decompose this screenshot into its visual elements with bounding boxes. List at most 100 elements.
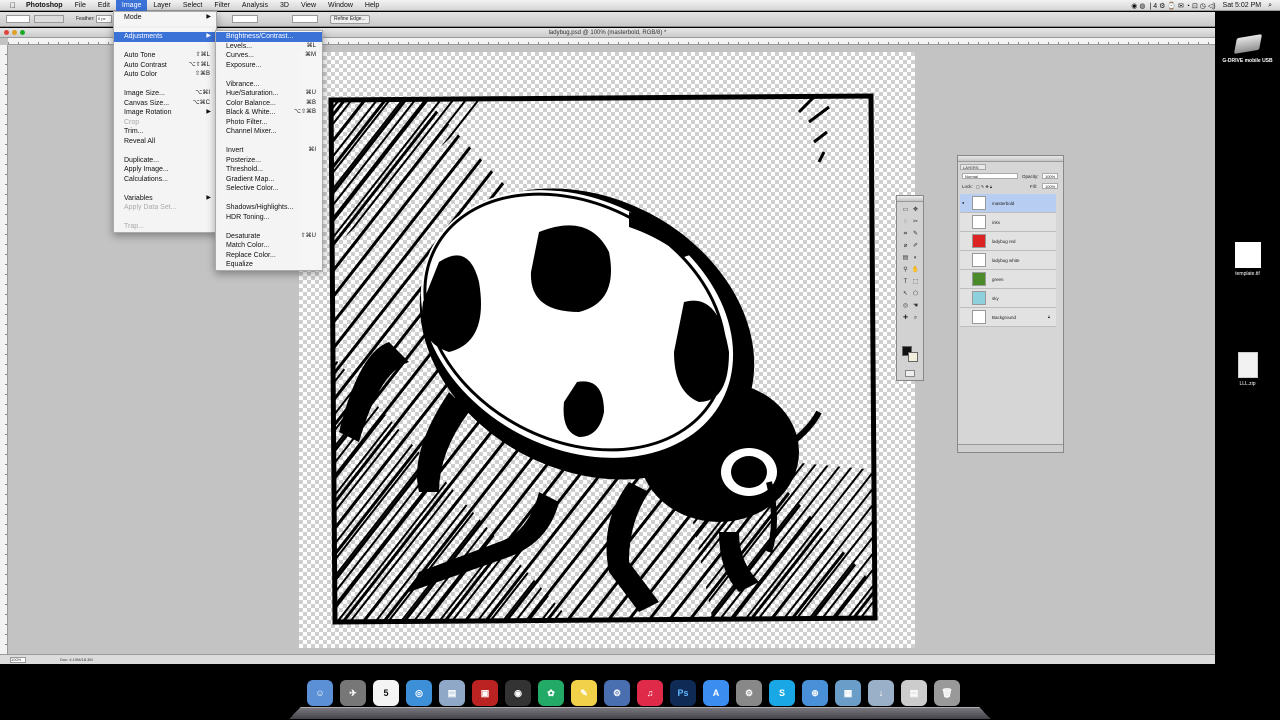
image-menu-item-auto-tone[interactable]: Auto Tone ⇧⌘L xyxy=(114,51,216,61)
adjustments-item-desaturate[interactable]: Desaturate ⇧⌘U xyxy=(216,232,322,242)
dock-calendar-icon[interactable]: 5 xyxy=(373,680,399,706)
eye-icon[interactable] xyxy=(962,257,967,262)
dock-safari-icon[interactable]: ◎ xyxy=(406,680,432,706)
tool-icon[interactable]: ▤ xyxy=(901,254,910,262)
background-color[interactable] xyxy=(908,352,918,362)
adjustments-item-match-color[interactable]: Match Color... xyxy=(216,241,322,251)
layer-row[interactable]: sky xyxy=(960,289,1056,308)
menu-file[interactable]: File xyxy=(69,0,92,11)
tool-icon[interactable]: T xyxy=(901,278,910,286)
tool-icon[interactable]: ⌕ xyxy=(911,314,920,322)
adjustments-item-hdr-toning[interactable]: HDR Toning... xyxy=(216,213,322,223)
dock-photos-icon[interactable]: ✿ xyxy=(538,680,564,706)
tool-icon[interactable]: ✂ xyxy=(911,218,920,226)
apple-menu-icon[interactable]:  xyxy=(10,1,20,10)
layer-row[interactable]: Background 🔒︎ xyxy=(960,308,1056,327)
tool-icon[interactable]: ⌀ xyxy=(901,242,910,250)
lock-icons[interactable]: ▢ ✎ ✥ 🔒︎ xyxy=(976,184,992,189)
menu-select[interactable]: Select xyxy=(177,0,208,11)
image-menu-item-auto-color[interactable]: Auto Color ⇧⌘B xyxy=(114,70,216,80)
vertical-ruler[interactable] xyxy=(0,45,8,655)
adjustments-item-vibrance[interactable]: Vibrance... xyxy=(216,80,322,90)
menu-image[interactable]: Image xyxy=(115,0,148,11)
status-icons[interactable]: ◉ ◍ ❘4 ⚙ ⌚ ✉ ◔ ⊡ ◷ ◁) xyxy=(1131,2,1215,10)
tool-icon[interactable]: ◌ xyxy=(901,218,910,226)
adjustments-item-shadows-highlights[interactable]: Shadows/Highlights... xyxy=(216,203,322,213)
adjustments-item-invert[interactable]: Invert ⌘I xyxy=(216,146,322,156)
doc-info[interactable]: Doc: 4.19M/18.3M xyxy=(60,657,93,662)
adjustments-item-selective-color[interactable]: Selective Color... xyxy=(216,184,322,194)
image-menu-item-reveal-all[interactable]: Reveal All xyxy=(114,137,216,147)
adjustments-item-channel-mixer[interactable]: Channel Mixer... xyxy=(216,127,322,137)
menu-layer[interactable]: Layer xyxy=(147,0,177,11)
image-menu-item-mode[interactable]: Mode ▶ xyxy=(114,13,216,23)
dock-preview-icon[interactable]: ▤ xyxy=(439,680,465,706)
eye-icon[interactable] xyxy=(962,238,967,243)
image-menu-item-image-size[interactable]: Image Size... ⌥⌘I xyxy=(114,89,216,99)
menu-filter[interactable]: Filter xyxy=(208,0,236,11)
quick-mask-button[interactable] xyxy=(905,370,915,377)
eye-icon[interactable] xyxy=(962,276,967,281)
dock-photo-booth-icon[interactable]: ▣ xyxy=(472,680,498,706)
menu-3d[interactable]: 3D xyxy=(274,0,295,11)
canvas[interactable] xyxy=(299,52,915,648)
dock-network-icon[interactable]: ⊕ xyxy=(802,680,828,706)
image-menu-item-adjustments[interactable]: Adjustments ▶ xyxy=(114,32,216,42)
zoom-field[interactable]: 100% xyxy=(10,657,26,663)
dock-applications-icon[interactable]: ▦ xyxy=(835,680,861,706)
adjustments-item-color-balance[interactable]: Color Balance... ⌘B xyxy=(216,99,322,109)
dock-trash-icon[interactable]: 🗑︎ xyxy=(934,680,960,706)
blend-mode-select[interactable]: Normal xyxy=(962,173,1018,179)
layer-row[interactable]: inks xyxy=(960,213,1056,232)
adjustments-item-brightness-contrast[interactable]: Brightness/Contrast... xyxy=(216,32,322,42)
eye-icon[interactable] xyxy=(962,219,967,224)
dock-preview-icon[interactable]: ▤ xyxy=(901,680,927,706)
eye-icon[interactable] xyxy=(962,295,967,300)
adjustments-item-curves[interactable]: Curves... ⌘M xyxy=(216,51,322,61)
width-input[interactable] xyxy=(232,15,258,23)
layer-row[interactable]: ladybug white xyxy=(960,251,1056,270)
refine-edge-button[interactable]: Refine Edge... xyxy=(330,15,370,24)
zoom-icon[interactable] xyxy=(20,30,25,35)
image-menu-item-canvas-size[interactable]: Canvas Size... ⌥⌘C xyxy=(114,99,216,109)
layers-footer-buttons[interactable] xyxy=(958,444,1063,452)
dock-downloads-icon[interactable]: ↓ xyxy=(868,680,894,706)
adjustments-item-equalize[interactable]: Equalize xyxy=(216,260,322,270)
dock-dashboard-icon[interactable]: ◉ xyxy=(505,680,531,706)
tool-icon[interactable]: ⬠ xyxy=(911,290,920,298)
tool-icon[interactable]: ⌗ xyxy=(901,230,910,238)
menu-view[interactable]: View xyxy=(295,0,322,11)
dock-app-store-icon[interactable]: A xyxy=(703,680,729,706)
tab-layers[interactable]: LAYERS xyxy=(960,164,986,170)
tool-icon[interactable]: ☚ xyxy=(911,302,920,310)
menu-edit[interactable]: Edit xyxy=(92,0,116,11)
fill-input[interactable]: 100% xyxy=(1042,183,1058,189)
dock-photoshop-icon[interactable]: Ps xyxy=(670,680,696,706)
clock[interactable]: Sat 5:02 PM xyxy=(1223,2,1262,9)
tool-icon[interactable]: ✋ xyxy=(911,266,920,274)
adjustments-item-hue-saturation[interactable]: Hue/Saturation... ⌘U xyxy=(216,89,322,99)
selection-mode-buttons[interactable] xyxy=(34,15,64,23)
close-icon[interactable] xyxy=(4,30,9,35)
adjustments-item-threshold[interactable]: Threshold... xyxy=(216,165,322,175)
adjustments-item-replace-color[interactable]: Replace Color... xyxy=(216,251,322,261)
tool-preset-picker[interactable] xyxy=(6,15,30,23)
desktop-icon-drive[interactable]: G-DRIVE mobile USB xyxy=(1215,34,1280,64)
tool-icon[interactable]: ⬚ xyxy=(911,278,920,286)
dock-launchpad-icon[interactable]: ✈ xyxy=(340,680,366,706)
layer-row[interactable]: green xyxy=(960,270,1056,289)
adjustments-item-posterize[interactable]: Posterize... xyxy=(216,156,322,166)
adjustments-item-gradient-map[interactable]: Gradient Map... xyxy=(216,175,322,185)
minimize-icon[interactable] xyxy=(12,30,17,35)
eye-icon[interactable] xyxy=(962,314,967,319)
adjustments-item-photo-filter[interactable]: Photo Filter... xyxy=(216,118,322,128)
feather-input[interactable]: 0 px xyxy=(96,15,112,23)
layer-row[interactable]: ● masterbold xyxy=(960,194,1056,213)
tool-icon[interactable]: ✐ xyxy=(911,242,920,250)
spotlight-icon[interactable]: ⌕ xyxy=(1268,2,1272,10)
dock-system-preferences-icon[interactable]: ⚙ xyxy=(736,680,762,706)
image-menu-item-variables[interactable]: Variables ▶ xyxy=(114,194,216,204)
tool-icon[interactable]: ↖ xyxy=(901,290,910,298)
dock-instruments-icon[interactable]: ⚙ xyxy=(604,680,630,706)
dock-skype-icon[interactable]: S xyxy=(769,680,795,706)
